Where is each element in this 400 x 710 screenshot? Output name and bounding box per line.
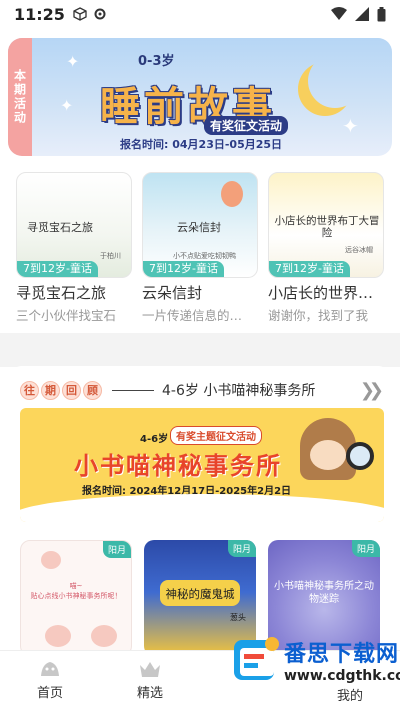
thumb-author: 于柏川: [100, 252, 121, 260]
story-name: 寻觅宝石之旅: [16, 284, 107, 302]
event-age: 4-6岁: [140, 434, 169, 445]
nav-featured[interactable]: 精选: [100, 651, 200, 710]
status-time: 11:25: [14, 4, 65, 24]
paw-icon: [91, 625, 117, 647]
nav-home[interactable]: 首页: [0, 651, 100, 710]
cube-icon: [73, 7, 87, 21]
watermark: 番思下载网 www.cdgthk.com: [232, 632, 400, 698]
hot-air-balloon-icon: [221, 181, 243, 207]
thumb-corner: 阳月: [102, 541, 131, 558]
nav-featured-label: 精选: [136, 686, 163, 701]
story-name: 小店长的世界…: [268, 284, 374, 302]
story-name: 云朵信封: [142, 284, 203, 302]
banner-date: 报名时间: 04月23日-05月25日: [120, 138, 283, 151]
event-banner[interactable]: 4-6岁 有奖主题征文活动 小书喵神秘事务所 报名时间: 2024年12月17日…: [20, 408, 384, 522]
story-card[interactable]: 小店长的世界布丁大冒险 远谷冰帽 7到12岁-童话 小店长的世界… 谢谢你，找到…: [268, 172, 384, 322]
battery-icon: [377, 6, 386, 21]
double-chevron-right-icon[interactable]: ❯❯: [360, 380, 384, 401]
event-tag: 有奖主题征文活动: [170, 426, 262, 445]
home-icon: [41, 662, 59, 676]
crown-icon: [140, 662, 160, 677]
activity-banner[interactable]: 本期活动 ✦ ✦ ✦ 0-3岁 睡前故事 有奖征文活动 报名时间: 04月23日…: [8, 38, 392, 156]
page-content: 本期活动 ✦ ✦ ✦ 0-3岁 睡前故事 有奖征文活动 报名时间: 04月23日…: [0, 28, 400, 656]
story-card[interactable]: 寻觅宝石之旅 于柏川 7到12岁-童话 寻觅宝石之旅 三个小伙伴找宝石: [16, 172, 132, 322]
story-desc: 一片传递信息的…: [142, 308, 243, 322]
past-title: 4-6岁 小书喵神秘事务所: [162, 383, 316, 399]
watermark-title: 番思下载网: [284, 642, 400, 667]
thumb-author: 小不点贴爱吃韧韧鸭: [173, 252, 236, 260]
banner-side-tag: 本期活动: [8, 38, 32, 156]
story-thumb: 小店长的世界布丁大冒险 远谷冰帽 7到12岁-童话: [268, 172, 384, 278]
signal-icon: [355, 7, 369, 21]
wifi-icon: [331, 7, 347, 20]
story-desc: 三个小伙伴找宝石: [16, 308, 117, 322]
nav-home-label: 首页: [36, 686, 63, 701]
event-title: 小书喵神秘事务所: [74, 452, 282, 480]
paw-icon: [45, 625, 71, 647]
thumb-title: 云朵信封: [177, 221, 221, 234]
story-card[interactable]: 云朵信封 小不点贴爱吃韧韧鸭 7到12岁-童话 云朵信封 一片传递信息的…: [142, 172, 258, 322]
thumb-corner: 阳月: [227, 540, 256, 557]
star-icon: ✦: [66, 52, 80, 71]
past-badge-char: 回: [62, 380, 81, 400]
past-badge-char: 往: [20, 380, 39, 400]
cloud-decoration: [20, 494, 384, 522]
banner-subtitle: 有奖征文活动: [204, 116, 289, 135]
past-badge-char: 顾: [83, 380, 102, 400]
gear-icon: [94, 8, 106, 20]
past-divider-line: [112, 389, 154, 391]
thumb-author: 远谷冰帽: [345, 246, 373, 254]
story-thumb: 寻觅宝石之旅 于柏川 7到12岁-童话: [16, 172, 132, 278]
past-badge: 往 期 回 顾: [20, 380, 102, 400]
story-tag: 7到12岁-童话: [269, 261, 350, 277]
thumb-title: 寻觅宝石之旅: [27, 221, 93, 234]
status-bar: 11:25: [0, 0, 400, 28]
thumb-text: 小书喵神秘事务所之动物迷踪: [274, 581, 374, 605]
banner-age: 0-3岁: [138, 54, 175, 69]
paw-icon: [41, 551, 61, 569]
watermark-logo-icon: [234, 637, 279, 680]
thumb-corner: 阳月: [351, 540, 380, 557]
section-divider: [0, 333, 400, 367]
star-icon: ✦: [342, 114, 359, 138]
magnifier-icon: [346, 442, 374, 470]
story-desc: 谢谢你，找到了我: [268, 308, 369, 322]
thumb-text: 喵~ 贴心点线小书神秘事务所呢！: [30, 582, 122, 600]
thumb-author: 葱头: [230, 613, 246, 622]
past-header: 往 期 回 顾 4-6岁 小书喵神秘事务所: [20, 380, 315, 400]
banner-side-label: 本期活动: [12, 69, 27, 125]
story-tag: 7到12岁-童话: [17, 261, 98, 277]
thumb-text: 神秘的魔鬼城: [165, 587, 235, 601]
watermark-url: www.cdgthk.com: [284, 668, 400, 684]
past-badge-char: 期: [41, 380, 60, 400]
story-tag: 7到12岁-童话: [143, 261, 224, 277]
past-thumb[interactable]: 阳月 喵~ 贴心点线小书神秘事务所呢！: [20, 540, 132, 656]
thumb-title: 小店长的世界布丁大冒险: [274, 215, 380, 239]
story-thumb: 云朵信封 小不点贴爱吃韧韧鸭 7到12岁-童话: [142, 172, 258, 278]
star-icon: ✦: [60, 96, 74, 115]
past-review-section: 往 期 回 顾 4-6岁 小书喵神秘事务所 ❯❯ 4-6岁 有奖主题征文活动 小…: [8, 366, 392, 656]
story-cards: 寻觅宝石之旅 于柏川 7到12岁-童话 寻觅宝石之旅 三个小伙伴找宝石 云朵信封…: [16, 172, 396, 322]
moon-icon: [308, 54, 362, 108]
